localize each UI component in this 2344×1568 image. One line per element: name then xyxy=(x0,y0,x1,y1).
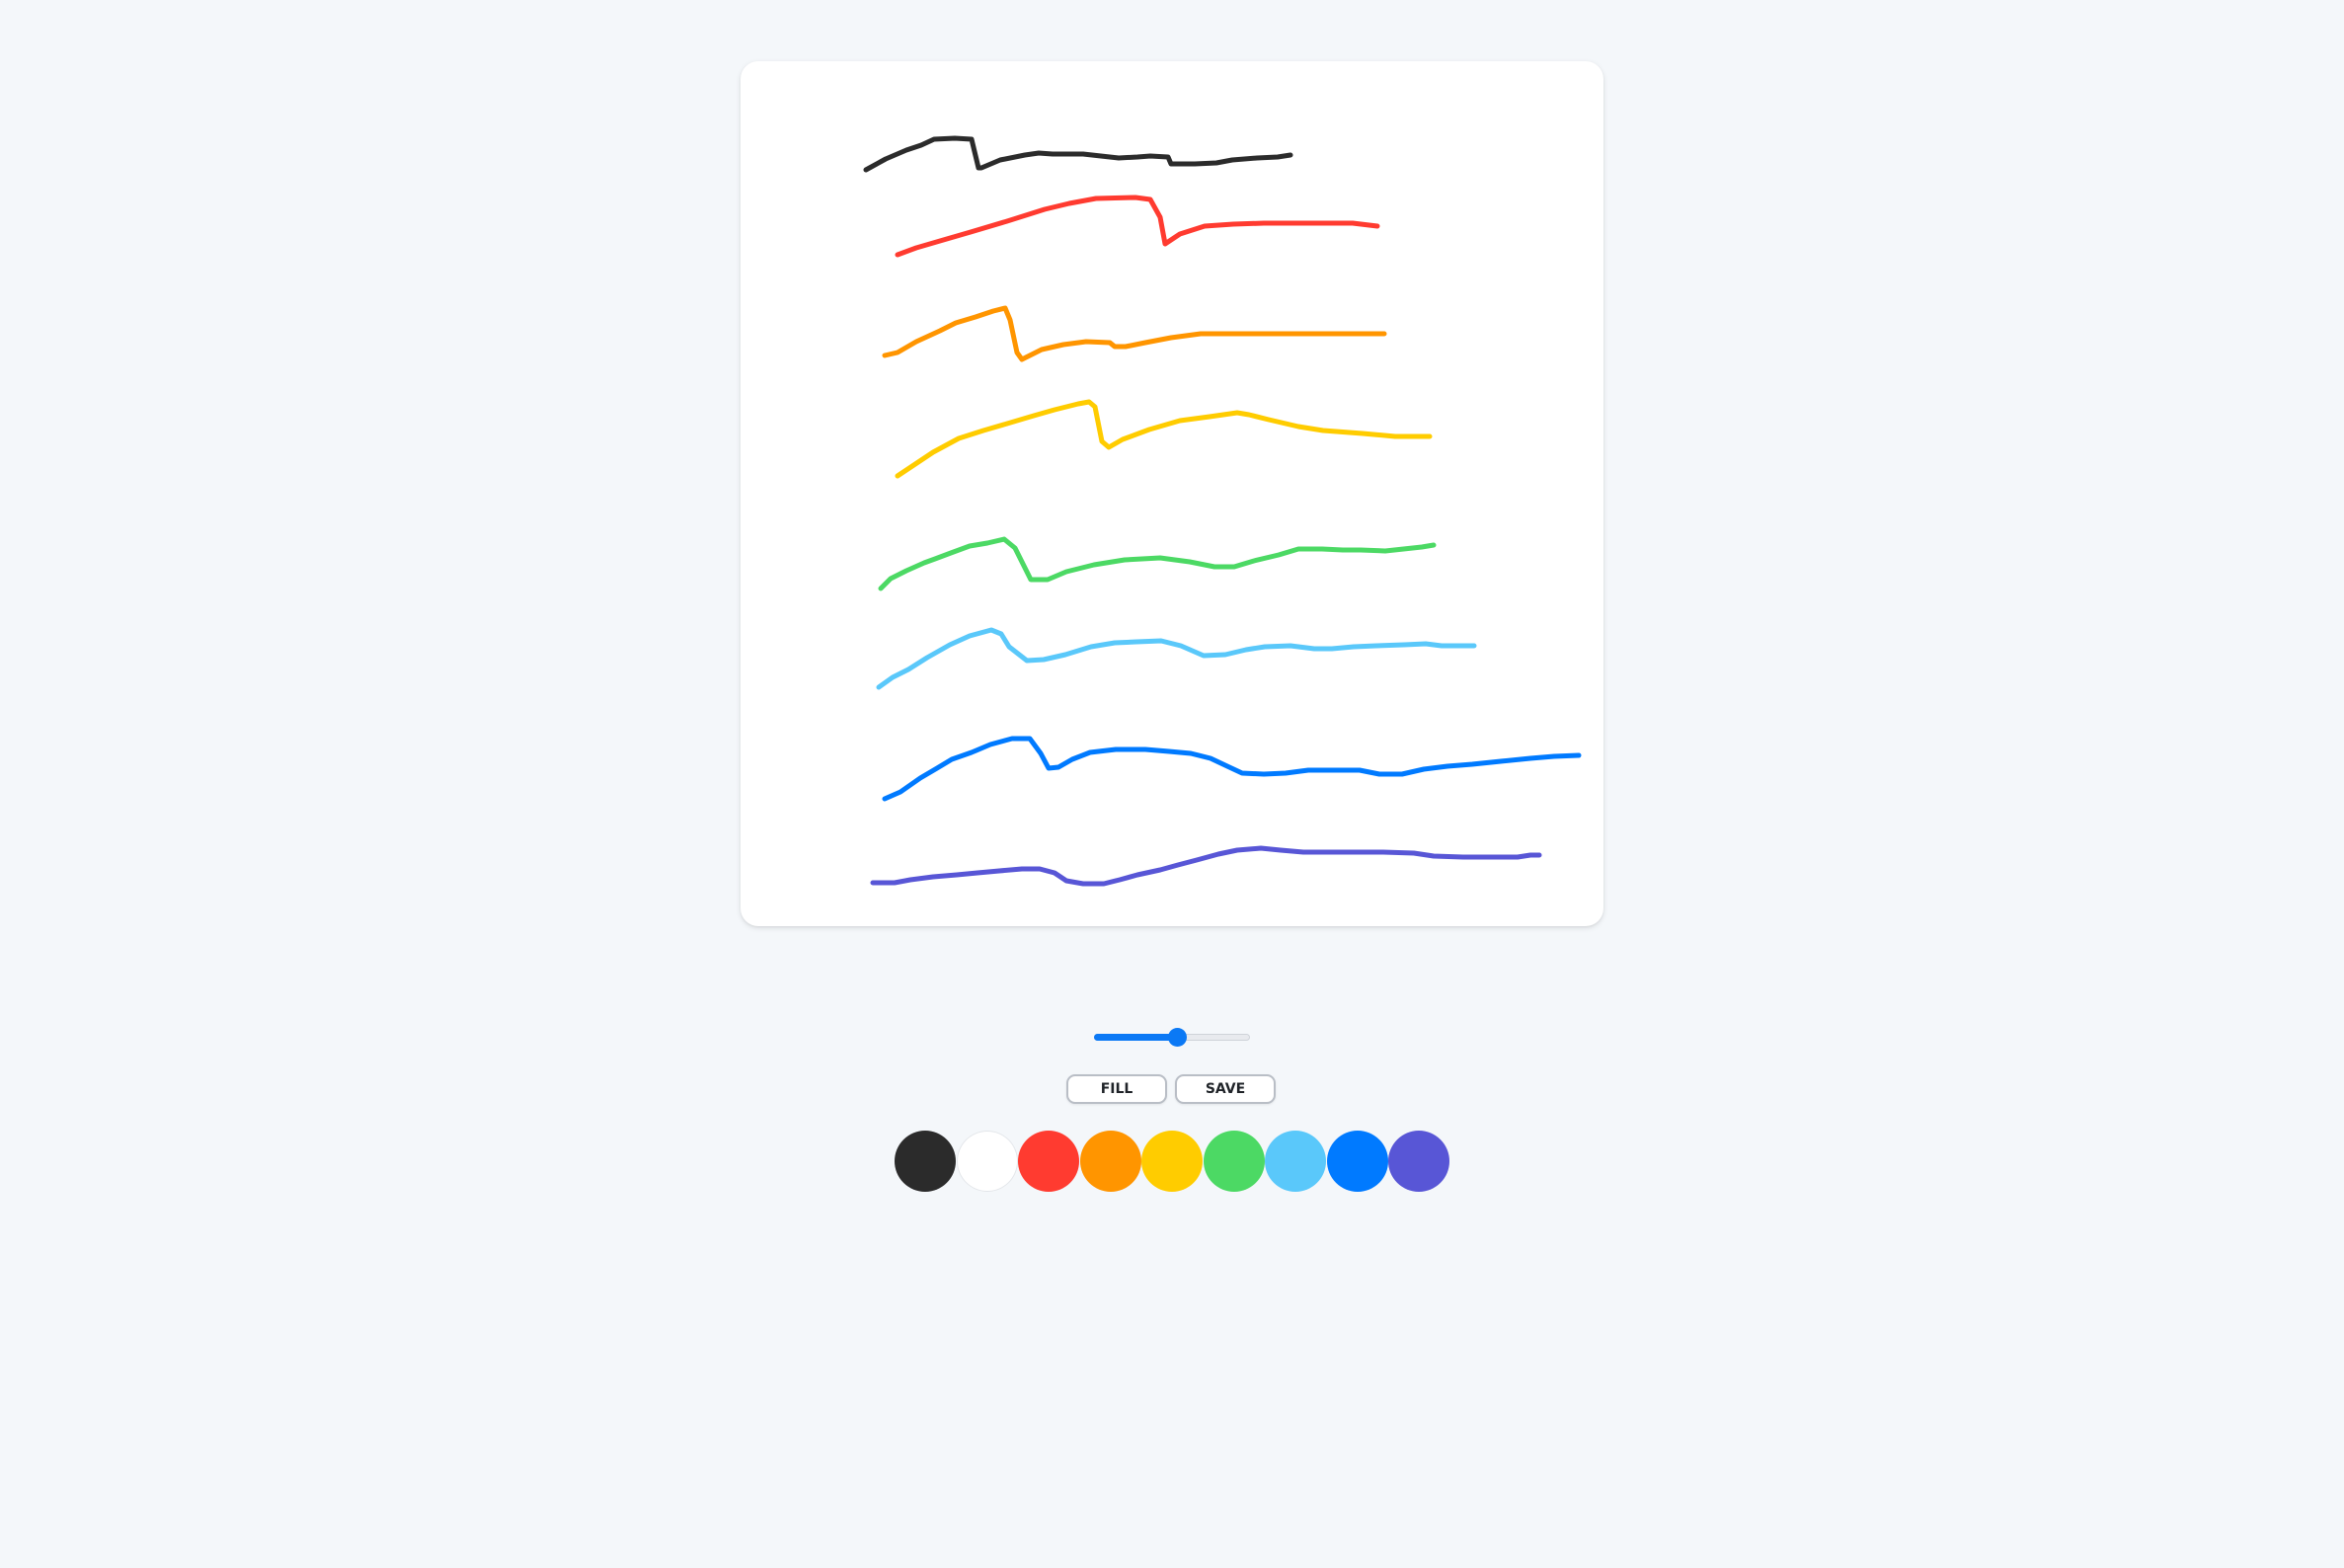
swatch-red[interactable] xyxy=(1018,1131,1079,1192)
slider-fill xyxy=(1094,1034,1177,1041)
swatch-blue[interactable] xyxy=(1327,1131,1388,1192)
fill-button[interactable]: FILL xyxy=(1066,1074,1167,1104)
stroke-4 xyxy=(895,399,1433,479)
swatch-light-blue[interactable] xyxy=(1265,1131,1326,1192)
stroke-7 xyxy=(882,736,1582,802)
stroke-8 xyxy=(870,845,1542,887)
swatch-purple[interactable] xyxy=(1388,1131,1449,1192)
swatch-orange[interactable] xyxy=(1080,1131,1141,1192)
drawing-layer xyxy=(863,135,1582,887)
swatch-green[interactable] xyxy=(1204,1131,1265,1192)
drawing-canvas[interactable] xyxy=(741,61,1603,926)
save-button[interactable]: SAVE xyxy=(1175,1074,1276,1104)
stroke-5 xyxy=(878,536,1437,591)
stroke-2 xyxy=(895,195,1380,258)
stroke-1 xyxy=(863,135,1293,173)
swatch-white[interactable] xyxy=(957,1131,1018,1192)
swatch-yellow[interactable] xyxy=(1141,1131,1203,1192)
slider-thumb[interactable] xyxy=(1168,1028,1187,1047)
brush-size-slider[interactable] xyxy=(1094,1028,1250,1047)
swatch-black[interactable] xyxy=(895,1131,956,1192)
stroke-3 xyxy=(882,305,1387,362)
stroke-6 xyxy=(876,627,1477,690)
